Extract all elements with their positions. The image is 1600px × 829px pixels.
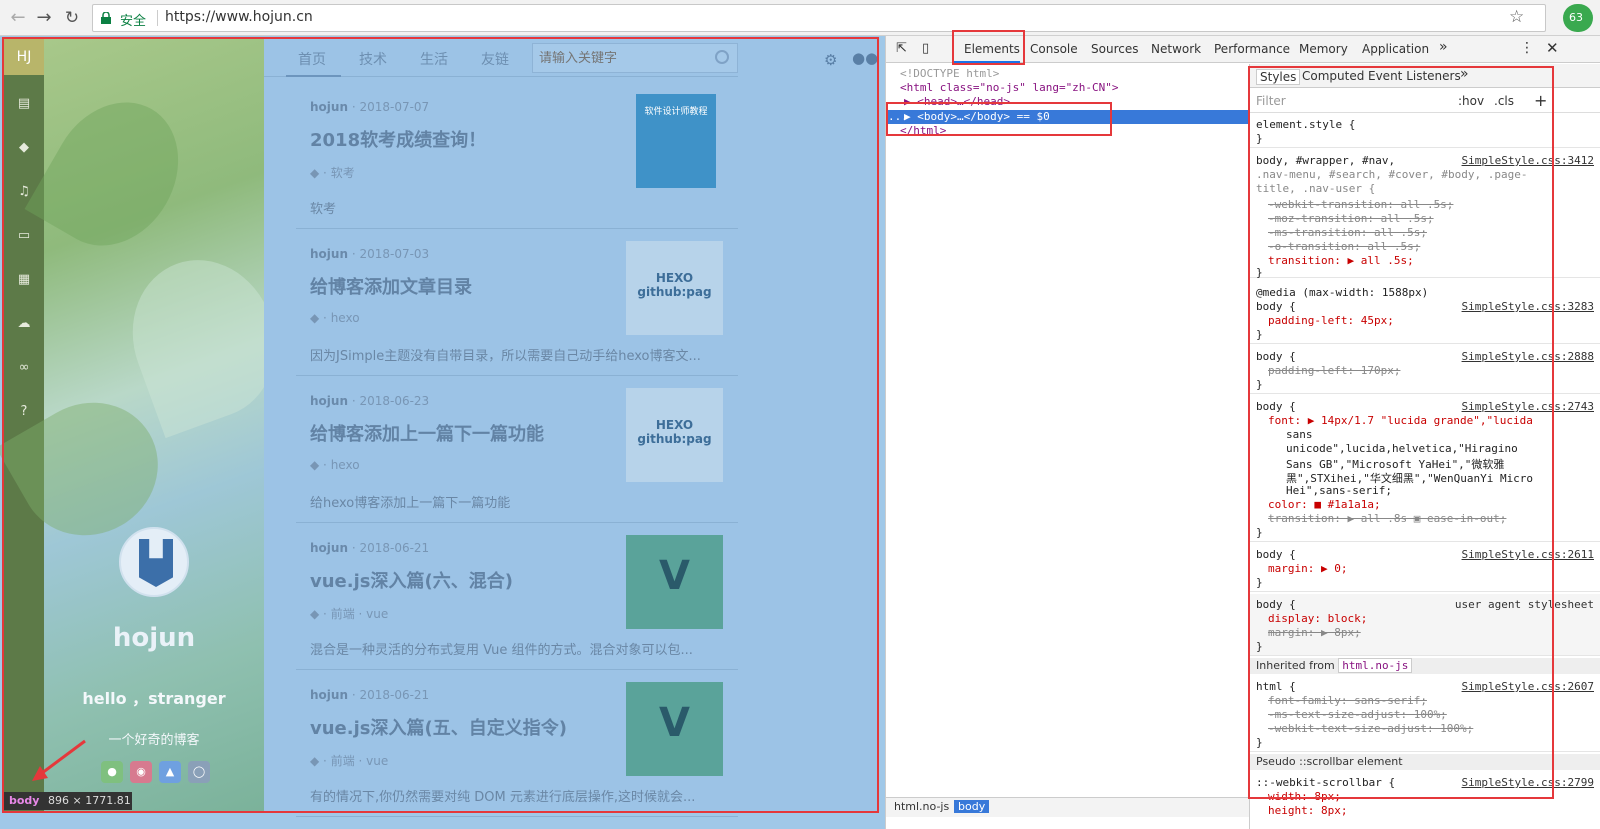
extension-badge[interactable]: 63 (1563, 4, 1593, 32)
highlight-box (886, 102, 1112, 136)
tab-memory[interactable]: Memory (1299, 42, 1348, 56)
highlight-box (2, 37, 879, 813)
inspect-element-icon[interactable]: ⇱ (896, 41, 907, 56)
browser-toolbar: ← → ↻ 安全 https://www.hojun.cn ☆ 63 (0, 0, 1600, 36)
highlight-box (952, 30, 1025, 65)
tab-sources[interactable]: Sources (1091, 42, 1138, 56)
rule-prop: height: 8px; (1268, 804, 1348, 817)
devtools-panel: ⇱ ▯ Elements Console Sources Network Per… (885, 30, 1600, 829)
bookmark-star-icon[interactable]: ☆ (1509, 7, 1524, 27)
reload-icon[interactable]: ↻ (60, 6, 84, 30)
back-icon[interactable]: ← (6, 6, 30, 30)
url-text[interactable]: https://www.hojun.cn (165, 9, 313, 25)
crumb-html[interactable]: html.no-js (890, 800, 953, 813)
more-tabs-icon[interactable]: » (1439, 39, 1448, 55)
tab-console[interactable]: Console (1030, 42, 1078, 56)
web-page: HJ ▤ ◆ ♫ ▭ ▦ ☁ ∞ ? hojun hello ，stranger… (0, 36, 885, 829)
highlight-box (1248, 66, 1554, 799)
divider (157, 10, 158, 26)
tab-performance[interactable]: Performance (1214, 42, 1290, 56)
close-icon[interactable]: ✕ (1546, 39, 1559, 57)
dom-doctype[interactable]: <!DOCTYPE html> (900, 67, 999, 80)
elements-tree: <!DOCTYPE html> <html class="no-js" lang… (886, 64, 1249, 799)
forward-icon[interactable]: → (32, 6, 56, 30)
tab-application[interactable]: Application (1362, 42, 1429, 56)
address-bar[interactable]: 安全 https://www.hojun.cn ☆ (92, 4, 1546, 32)
secure-label: 安全 (120, 14, 147, 29)
dom-html[interactable]: <html class="no-js" lang="zh-CN"> (900, 81, 1119, 94)
crumb-body[interactable]: body (954, 800, 990, 813)
styles-panel: Styles Computed Event Listeners » Filter… (1248, 64, 1600, 829)
kebab-menu-icon[interactable]: ⋮ (1520, 40, 1534, 56)
tab-network[interactable]: Network (1151, 42, 1201, 56)
device-toolbar-icon[interactable]: ▯ (922, 41, 929, 56)
dom-breadcrumb: html.no-js body (886, 797, 1249, 817)
lock-icon (101, 12, 111, 24)
